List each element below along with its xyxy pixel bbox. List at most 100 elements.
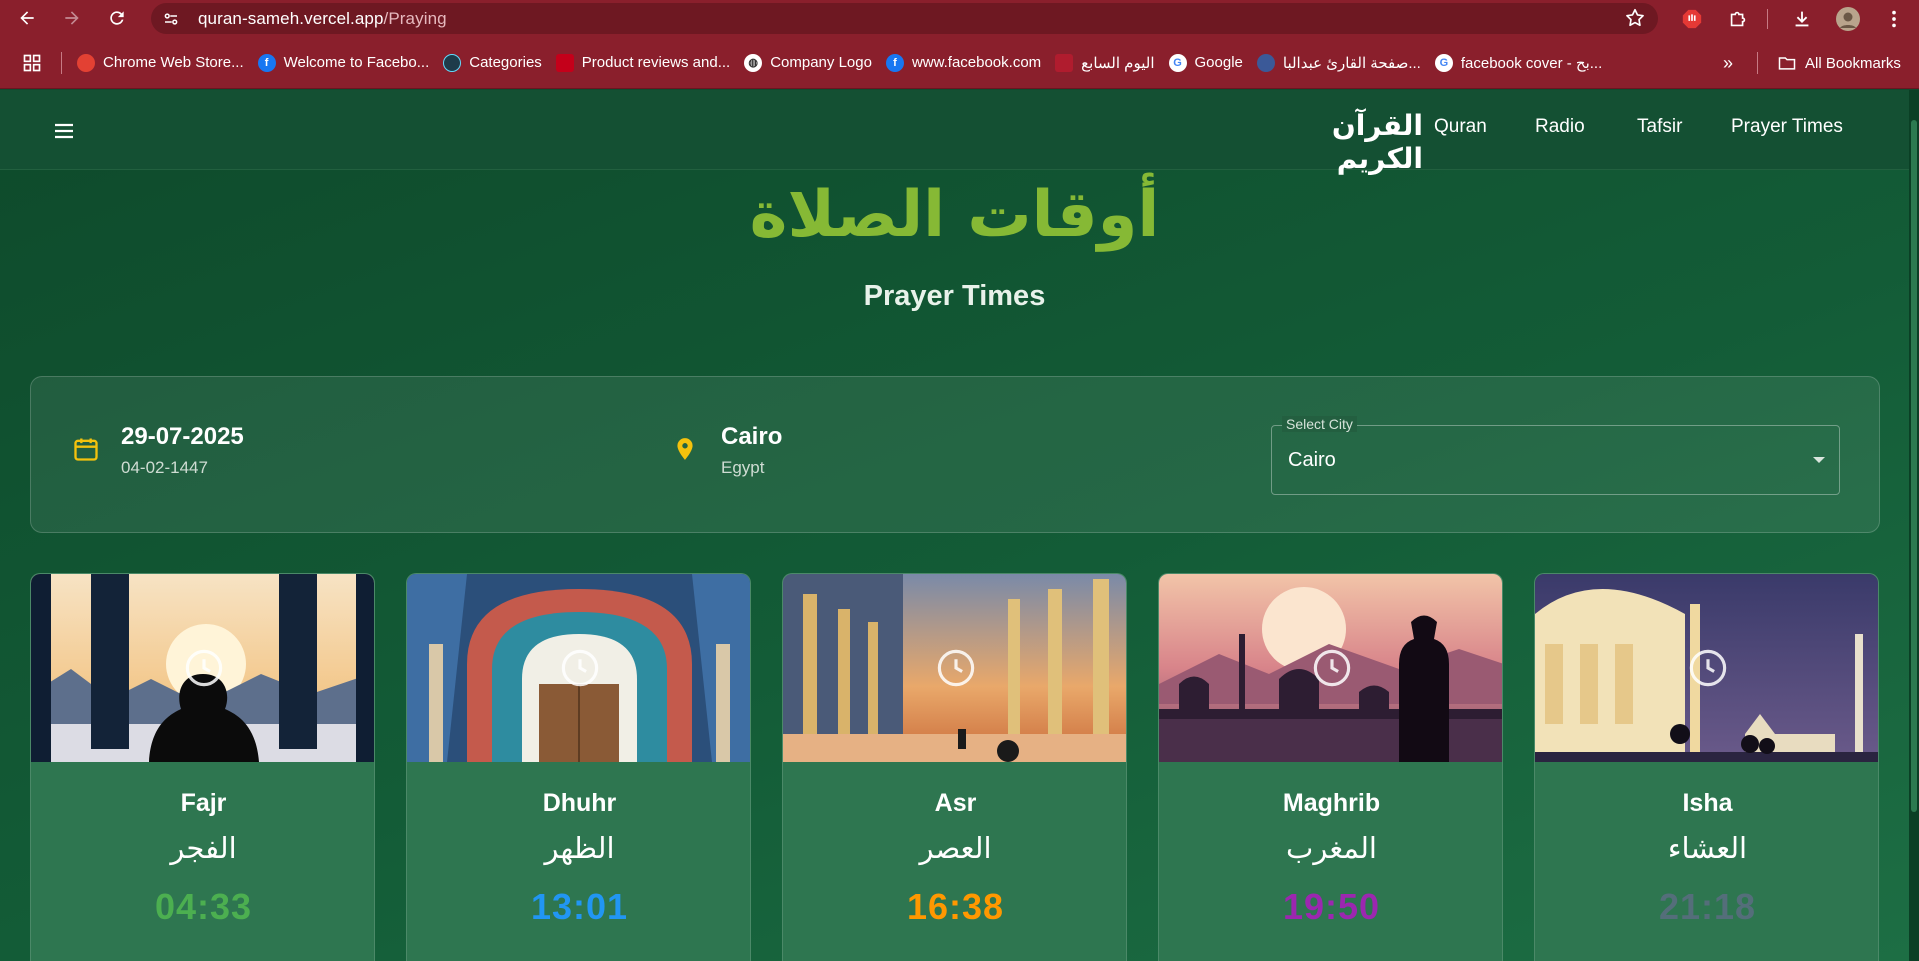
bookmark-label: Categories <box>469 54 542 71</box>
url-path: /Praying <box>383 8 447 28</box>
site-info-icon[interactable] <box>160 8 182 30</box>
url-text: quran-sameh.vercel.app/Praying <box>198 9 447 29</box>
bookmark-label: صفحة القارئ عبدالبا... <box>1282 54 1421 72</box>
youm7-icon <box>1055 53 1074 72</box>
prayer-name-en: Fajr <box>180 789 227 817</box>
bookmarks-list: Chrome Web Store... f Welcome to Facebo..… <box>70 48 1609 78</box>
city-select-label: Select City <box>1282 416 1357 432</box>
bookmark-label: Chrome Web Store... <box>103 54 244 71</box>
prayer-name-en: Dhuhr <box>542 789 617 817</box>
url-host: quran-sameh.vercel.app <box>198 8 384 28</box>
bookmark-label: Welcome to Facebo... <box>283 54 430 71</box>
prayer-card-isha[interactable]: Isha العشاء 21:18 <box>1534 573 1879 961</box>
folder-icon <box>1777 53 1797 73</box>
reload-icon <box>110 11 124 25</box>
bookmark-item[interactable]: f Welcome to Facebo... <box>251 48 437 78</box>
nav-link-radio[interactable]: Radio <box>1535 116 1585 138</box>
prayer-time: 21:18 <box>1658 886 1757 927</box>
chrome-web-store-icon <box>77 53 95 72</box>
bookmark-item[interactable]: اليوم السابع <box>1048 48 1161 78</box>
scrollbar-thumb[interactable] <box>1911 120 1917 812</box>
city-select-value: Cairo <box>1288 449 1336 471</box>
react-icon <box>443 53 462 72</box>
downloads-icon[interactable] <box>1788 0 1816 37</box>
clock-icon <box>559 647 601 689</box>
prayer-time: 13:01 <box>530 886 629 927</box>
facebook-icon: f <box>885 53 904 72</box>
extension-adblock-icon[interactable] <box>1678 0 1706 37</box>
extensions-puzzle-icon[interactable] <box>1724 0 1752 37</box>
bookmark-item[interactable]: Gfacebook cover - بح... <box>1428 48 1609 78</box>
page-content: القرآن الكريم Quran Radio Tafsir Prayer … <box>0 90 1919 961</box>
google-icon: G <box>1434 53 1453 72</box>
bookmark-item[interactable]: Categories <box>436 48 549 78</box>
forward-button[interactable] <box>54 0 90 36</box>
apps-grid-icon[interactable] <box>0 48 49 78</box>
browser-toolbar: quran-sameh.vercel.app/Praying <box>0 0 1919 37</box>
location-pin-icon <box>670 434 700 464</box>
reciter-page-icon <box>1256 53 1275 72</box>
bookmark-label: Company Logo <box>770 54 872 71</box>
bookmark-item[interactable]: Product reviews and... <box>549 48 737 78</box>
bookmark-item[interactable]: ◍ Company Logo <box>737 48 879 78</box>
all-bookmarks-label: All Bookmarks <box>1805 54 1901 72</box>
dropdown-caret-icon[interactable] <box>1813 457 1825 463</box>
arrow-left-icon <box>20 11 34 25</box>
hamburger-menu-button[interactable] <box>47 114 81 148</box>
city-select[interactable]: Select City Cairo <box>1271 416 1840 495</box>
kebab-menu-icon[interactable] <box>1880 0 1908 37</box>
prayer-name-ar: العصر <box>919 831 992 865</box>
profile-avatar[interactable] <box>1834 0 1862 37</box>
bookmarks-divider <box>61 51 62 74</box>
reload-button[interactable] <box>99 0 135 36</box>
bookmark-item[interactable]: f www.facebook.com <box>879 48 1048 78</box>
prayer-name-en: Isha <box>1682 789 1733 817</box>
bookmark-item[interactable]: G Google <box>1162 48 1250 78</box>
back-button[interactable] <box>9 0 45 36</box>
prayer-time: 19:50 <box>1282 886 1381 927</box>
nav-link-prayer-times[interactable]: Prayer Times <box>1731 116 1843 138</box>
all-bookmarks-button[interactable]: All Bookmarks <box>1770 48 1908 78</box>
bookmark-label: Product reviews and... <box>581 54 731 71</box>
country-name: Egypt <box>721 458 765 477</box>
prayer-time: 16:38 <box>906 886 1005 927</box>
page-title-english: Prayer Times <box>863 280 1046 312</box>
prayer-name-en: Asr <box>934 789 977 817</box>
brand-title[interactable]: القرآن الكريم <box>1258 109 1423 175</box>
hamburger-icon <box>55 123 73 139</box>
bookmark-label: facebook cover - بح... <box>1460 54 1603 72</box>
date-location-panel: 29-07-2025 04-02-1447 Cairo Egypt Select… <box>30 376 1880 533</box>
bookmark-label: Google <box>1194 54 1243 71</box>
google-icon: G <box>1168 53 1187 72</box>
more-bookmarks-chevron-icon[interactable]: » <box>1716 48 1740 78</box>
app-header: القرآن الكريم Quran Radio Tafsir Prayer … <box>0 90 1909 175</box>
bookmark-item[interactable]: صفحة القارئ عبدالبا... <box>1250 48 1428 78</box>
page-scrollbar[interactable] <box>1909 90 1919 961</box>
clock-icon <box>183 647 225 689</box>
gregorian-date: 29-07-2025 <box>121 423 244 450</box>
bookmarks-divider <box>1757 52 1758 74</box>
facebook-icon: f <box>257 53 276 72</box>
clock-icon <box>1311 647 1353 689</box>
prayer-card-fajr[interactable]: Fajr الفجر 04:33 <box>30 573 375 961</box>
globe-icon: ◍ <box>744 53 763 72</box>
toolbar-divider <box>1767 9 1768 29</box>
page-title-arabic: أوقات الصلاة <box>749 178 1160 252</box>
calendar-icon <box>71 434 101 464</box>
prayer-card-dhuhr[interactable]: Dhuhr الظهر 13:01 <box>406 573 751 961</box>
prayer-name-ar: الفجر <box>170 831 237 865</box>
prayer-time: 04:33 <box>154 886 253 927</box>
bookmark-label: اليوم السابع <box>1081 54 1155 72</box>
bookmark-star-icon[interactable] <box>1624 7 1646 34</box>
address-bar[interactable]: quran-sameh.vercel.app/Praying <box>151 3 1658 34</box>
arrow-right-icon <box>65 11 79 25</box>
prayer-name-en: Maghrib <box>1282 789 1381 817</box>
nav-link-quran[interactable]: Quran <box>1434 116 1487 138</box>
prayer-card-maghrib[interactable]: Maghrib المغرب 19:50 <box>1158 573 1503 961</box>
bookmark-item[interactable]: Chrome Web Store... <box>70 48 251 78</box>
prayer-card-asr[interactable]: Asr العصر 16:38 <box>782 573 1127 961</box>
city-name: Cairo <box>721 423 783 450</box>
prayer-name-ar: الظهر <box>544 831 615 865</box>
nav-link-tafsir[interactable]: Tafsir <box>1637 116 1682 138</box>
bookmark-label: www.facebook.com <box>911 54 1042 71</box>
